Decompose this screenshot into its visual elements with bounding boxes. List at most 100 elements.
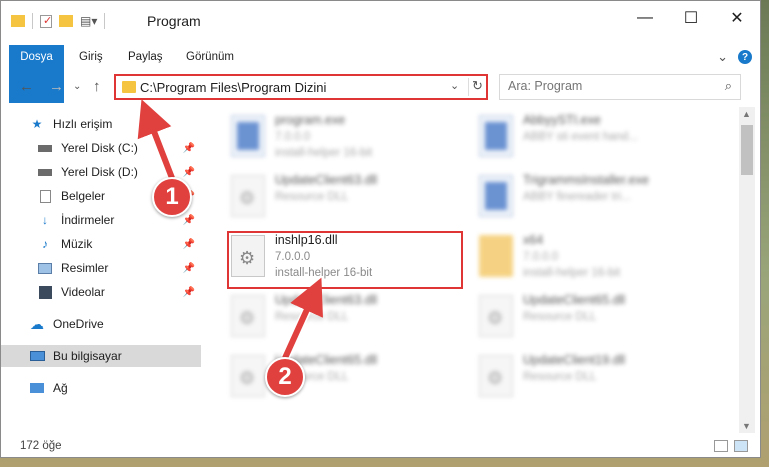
navigation-pane: ★ Hızlı erişim Yerel Disk (C:) 📌 Yerel D… (1, 107, 203, 433)
expand-ribbon-icon[interactable]: ⌄ (717, 49, 728, 65)
sidebar-item-music[interactable]: ♪ Müzik 📌 (37, 233, 201, 255)
sidebar-item-disk-c[interactable]: Yerel Disk (C:) 📌 (37, 137, 201, 159)
file-item[interactable]: UpdateClient65.dll Resource DLL (475, 291, 715, 349)
pin-icon[interactable]: 📌 (183, 263, 195, 274)
file-version: 7.0.0.0 (275, 131, 311, 143)
folder-item[interactable]: x64 7.0.0.0 install-helper 16-bit (475, 231, 715, 289)
navigation-bar: ← → ⌄ ↑ C:\Program Files\Program Dizini … (1, 72, 760, 102)
file-name: TrigrammsInstaller.exe (523, 173, 649, 187)
file-item[interactable]: program.exe 7.0.0.0 install-helper 16-bi… (227, 111, 467, 169)
file-name: program.exe (275, 113, 346, 127)
sidebar-item-quick-access[interactable]: ★ Hızlı erişim (29, 113, 201, 135)
exe-file-icon (231, 115, 265, 157)
sidebar-item-label: Bu bilgisayar (53, 349, 122, 363)
computer-icon (29, 349, 45, 363)
file-item[interactable]: UpdateClient19.dll Resource DLL (475, 351, 715, 409)
vertical-scrollbar[interactable]: ▲ ▼ (739, 107, 755, 433)
sidebar-item-this-pc[interactable]: Bu bilgisayar (1, 345, 201, 367)
step-badge-1: 1 (152, 177, 192, 217)
sidebar-item-label: OneDrive (53, 317, 104, 331)
documents-icon (37, 189, 53, 203)
pin-icon[interactable]: 📌 (183, 215, 195, 226)
videos-icon (37, 285, 53, 299)
dll-file-icon (231, 295, 265, 337)
file-name: AbbyySTI.exe (523, 113, 601, 127)
explorer-window: ✓ ▤▾ Program — ☐ ✕ Dosya Giriş Paylaş Gö… (0, 0, 761, 458)
scroll-up-icon[interactable]: ▲ (742, 109, 751, 119)
sidebar-item-network[interactable]: Ağ (29, 377, 201, 399)
properties-icon[interactable]: ✓ (40, 14, 52, 28)
file-item[interactable]: AbbyySTI.exe ABBY sti event hand... (475, 111, 715, 169)
folder-icon (479, 235, 513, 277)
chevron-down-icon[interactable]: ⌄ (450, 79, 459, 92)
large-icons-view-icon[interactable] (734, 440, 748, 452)
folder-icon (122, 81, 136, 93)
file-item[interactable]: UpdateClient63.dll Resource DLL (227, 171, 467, 229)
tab-view[interactable]: Görünüm (186, 45, 234, 69)
new-folder-icon[interactable] (59, 15, 73, 27)
up-icon[interactable]: ↑ (93, 78, 101, 95)
file-description: Resource DLL (523, 311, 597, 323)
address-bar[interactable]: C:\Program Files\Program Dizini ⌄ ↻ (114, 74, 488, 100)
sidebar-item-label: Videolar (61, 285, 105, 299)
sidebar-item-label: Ağ (53, 381, 68, 395)
address-path: C:\Program Files\Program Dizini (140, 80, 327, 95)
file-item[interactable]: TrigrammsInstaller.exe ABBY finereader t… (475, 171, 715, 229)
file-name: UpdateClient65.dll (523, 293, 626, 307)
view-options-icon[interactable]: ▤▾ (80, 14, 97, 28)
scroll-down-icon[interactable]: ▼ (742, 421, 751, 431)
sidebar-item-pictures[interactable]: Resimler 📌 (37, 257, 201, 279)
cloud-icon: ☁ (30, 315, 44, 332)
pin-icon[interactable]: 📌 (183, 167, 195, 178)
tab-home[interactable]: Giriş (79, 45, 103, 69)
refresh-icon[interactable]: ↻ (468, 78, 486, 96)
download-icon: ↓ (42, 213, 48, 227)
quick-access-toolbar: ✓ ▤▾ (11, 13, 106, 29)
file-description: Resource DLL (275, 191, 349, 203)
ribbon-tabs: Dosya Giriş Paylaş Görünüm ⌄ ? (1, 45, 760, 103)
minimize-button[interactable]: — (622, 1, 668, 35)
divider (104, 13, 106, 29)
help-icon[interactable]: ? (738, 50, 752, 64)
sidebar-item-videos[interactable]: Videolar 📌 (37, 281, 201, 303)
divider (32, 13, 33, 29)
search-input[interactable] (508, 79, 708, 93)
file-description: Resource DLL (275, 311, 349, 323)
search-icon: ⌕ (724, 78, 732, 93)
close-button[interactable]: ✕ (714, 1, 760, 35)
sidebar-item-onedrive[interactable]: ☁ OneDrive (29, 313, 201, 335)
dll-file-icon (231, 355, 265, 397)
search-box[interactable]: ⌕ (499, 74, 741, 100)
pin-icon[interactable]: 📌 (183, 239, 195, 250)
dll-file-icon (231, 175, 265, 217)
sidebar-item-label: Hızlı erişim (53, 117, 113, 131)
file-name: UpdateClient19.dll (523, 353, 626, 367)
details-view-icon[interactable] (714, 440, 728, 452)
file-item[interactable]: UpdateClient65.dll Resource DLL (227, 351, 467, 409)
file-description: install-helper 16-bit (523, 267, 621, 279)
dll-file-icon (479, 355, 513, 397)
recent-locations-icon[interactable]: ⌄ (73, 81, 81, 92)
sidebar-item-label: Müzik (61, 237, 93, 251)
status-bar: 172 öğe (1, 437, 760, 457)
file-highlight-box (227, 231, 463, 289)
folder-icon[interactable] (11, 15, 25, 27)
back-icon[interactable]: ← (19, 78, 34, 95)
file-description: install-helper 16-bit (275, 147, 373, 159)
scrollbar-thumb[interactable] (741, 125, 753, 175)
pin-icon[interactable]: 📌 (183, 143, 195, 154)
music-icon: ♪ (42, 237, 48, 251)
file-version: 7.0.0.0 (523, 251, 559, 263)
file-item[interactable]: UpdateClient63.dll Resource DLL (227, 291, 467, 349)
drive-icon (37, 165, 53, 179)
forward-icon[interactable]: → (49, 78, 64, 95)
maximize-button[interactable]: ☐ (668, 1, 714, 35)
pin-icon[interactable]: 📌 (183, 287, 195, 298)
title-bar: ✓ ▤▾ Program — ☐ ✕ (1, 1, 760, 41)
drive-icon (37, 141, 53, 155)
sidebar-item-label: Yerel Disk (C:) (61, 141, 138, 155)
sidebar-item-label: İndirmeler (61, 213, 115, 227)
sidebar-item-label: Belgeler (61, 189, 106, 203)
tab-share[interactable]: Paylaş (128, 45, 163, 69)
view-switcher (714, 440, 748, 452)
